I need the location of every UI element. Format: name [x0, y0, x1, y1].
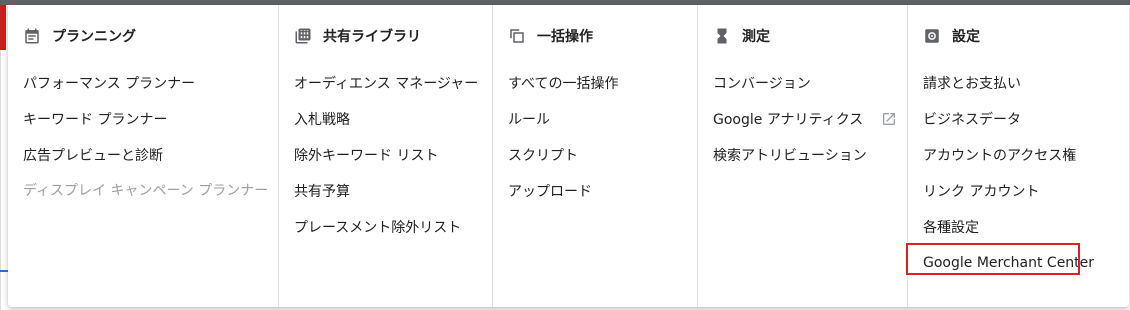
menu-column-shared-library: 共有ライブラリ オーディエンス マネージャー 入札戦略 除外キーワード リスト …	[278, 5, 493, 307]
menu-list: コンバージョン Google アナリティクス 検索アトリビューション	[713, 65, 904, 173]
background-blue-mark	[0, 270, 8, 272]
menu-list: パフォーマンス プランナー キーワード プランナー 広告プレビューと診断 ディス…	[23, 65, 274, 217]
menu-column-measurement: 測定 コンバージョン Google アナリティクス 検索アトリビューション	[697, 5, 908, 307]
menu-item-account-access[interactable]: アカウントのアクセス権	[923, 137, 1126, 173]
menu-item-all-bulk-actions[interactable]: すべての一括操作	[508, 65, 694, 101]
menu-item-conversions[interactable]: コンバージョン	[713, 65, 904, 101]
menu-item-placement-exclusion-lists[interactable]: プレースメント除外リスト	[294, 209, 489, 245]
column-header: 測定	[713, 24, 770, 48]
menu-item-keyword-planner[interactable]: キーワード プランナー	[23, 101, 274, 137]
menu-item-rules[interactable]: ルール	[508, 101, 694, 137]
column-title: プランニング	[52, 29, 136, 45]
menu-item-preferences[interactable]: 各種設定	[923, 209, 1126, 245]
menu-item-shared-budgets[interactable]: 共有予算	[294, 173, 489, 209]
menu-item-linked-accounts[interactable]: リンク アカウント	[923, 173, 1126, 209]
column-header: プランニング	[23, 24, 136, 48]
copy-stack-icon	[510, 29, 524, 43]
column-header: 一括操作	[508, 24, 593, 48]
menu-list: 請求とお支払い ビジネスデータ アカウントのアクセス権 リンク アカウント 各種…	[923, 65, 1126, 281]
menu-item-uploads[interactable]: アップロード	[508, 173, 694, 209]
column-header: 設定	[923, 24, 980, 48]
menu-column-planning: プランニング パフォーマンス プランナー キーワード プランナー 広告プレビュー…	[8, 5, 278, 307]
background-red-accent	[0, 5, 6, 50]
menu-item-google-analytics[interactable]: Google アナリティクス	[713, 101, 904, 137]
menu-item-bid-strategies[interactable]: 入札戦略	[294, 101, 489, 137]
column-title: 測定	[742, 29, 770, 45]
menu-item-label: Google アナリティクス	[713, 112, 864, 128]
menu-item-scripts[interactable]: スクリプト	[508, 137, 694, 173]
gear-icon	[925, 29, 939, 43]
column-title: 一括操作	[537, 29, 593, 45]
column-title: 共有ライブラリ	[323, 29, 421, 45]
menu-item-business-data[interactable]: ビジネスデータ	[923, 101, 1126, 137]
menu-column-settings: 設定 請求とお支払い ビジネスデータ アカウントのアクセス権 リンク アカウント…	[907, 5, 1130, 307]
library-grid-icon	[295, 28, 311, 44]
calendar-icon	[25, 28, 39, 44]
menu-item-billing[interactable]: 請求とお支払い	[923, 65, 1126, 101]
menu-list: すべての一括操作 ルール スクリプト アップロード	[508, 65, 694, 209]
menu-item-ad-preview[interactable]: 広告プレビューと診断	[23, 137, 274, 173]
hourglass-icon	[717, 28, 727, 44]
column-header: 共有ライブラリ	[294, 24, 421, 48]
menu-column-bulk-actions: 一括操作 すべての一括操作 ルール スクリプト アップロード	[492, 5, 698, 307]
menu-item-audience-manager[interactable]: オーディエンス マネージャー	[294, 65, 489, 101]
menu-item-google-merchant-center[interactable]: Google Merchant Center	[923, 245, 1126, 281]
tools-menu-panel: プランニング パフォーマンス プランナー キーワード プランナー 広告プレビュー…	[8, 5, 1129, 307]
menu-list: オーディエンス マネージャー 入札戦略 除外キーワード リスト 共有予算 プレー…	[294, 65, 489, 245]
menu-item-display-campaign-planner: ディスプレイ キャンペーン プランナー	[23, 183, 269, 199]
open-in-new-icon	[883, 113, 896, 125]
menu-item-performance-planner[interactable]: パフォーマンス プランナー	[23, 65, 274, 101]
menu-item-search-attribution[interactable]: 検索アトリビューション	[713, 137, 904, 173]
menu-item-negative-keyword-lists[interactable]: 除外キーワード リスト	[294, 137, 489, 173]
column-title: 設定	[952, 29, 980, 45]
